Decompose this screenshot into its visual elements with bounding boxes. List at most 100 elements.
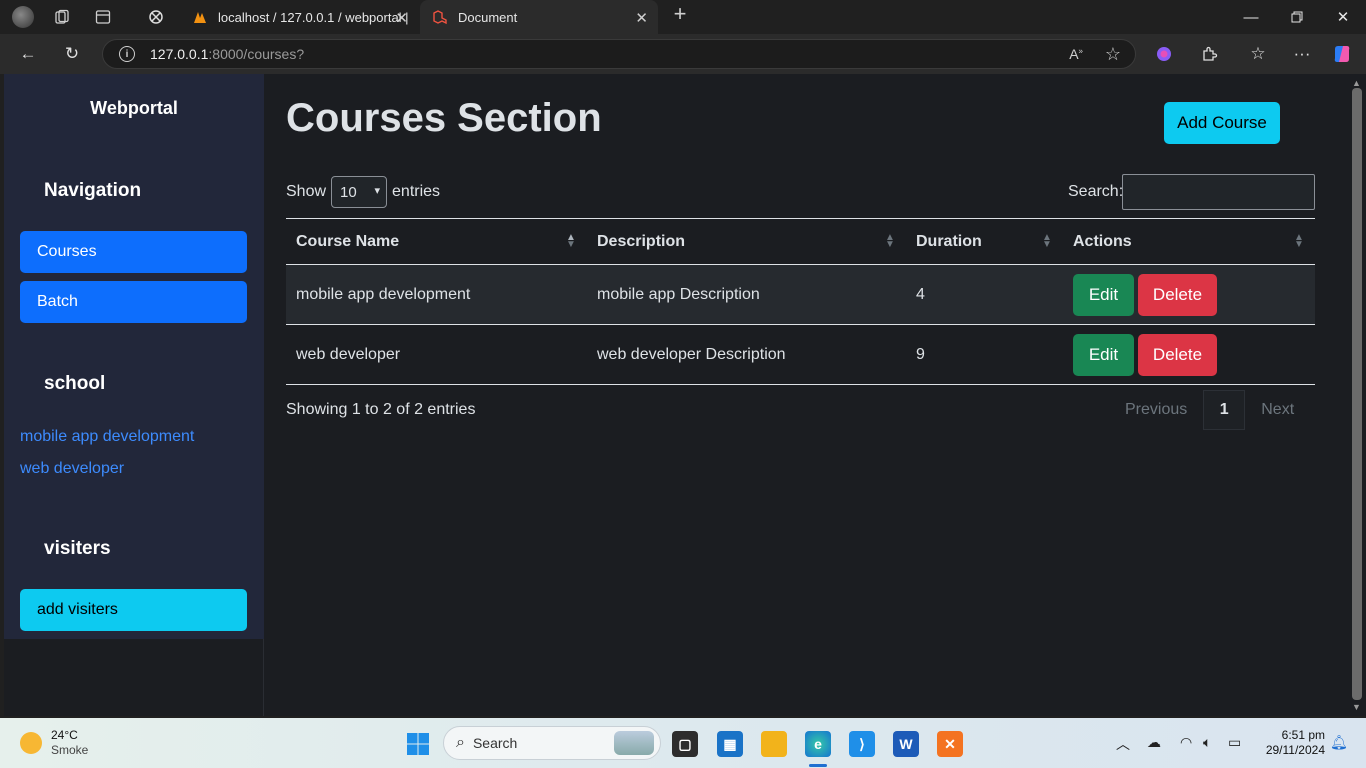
- wifi-icon[interactable]: ◠: [1180, 734, 1192, 751]
- show-label: Show: [286, 183, 327, 200]
- favorite-star-icon[interactable]: ☆: [1105, 44, 1121, 65]
- tab-document[interactable]: Document ✕: [420, 0, 658, 34]
- table-header-row: Course Name ▲ ▼ Description ▲ ▼ Duration ▲…: [286, 218, 1315, 265]
- sidebar-footer-area: [4, 639, 264, 716]
- scrollbar-thumb[interactable]: [1352, 88, 1362, 700]
- chevron-down-icon: ▾: [374, 185, 381, 197]
- pinned-tab-icon[interactable]: [147, 8, 165, 26]
- sort-ascending-icon[interactable]: ▲ ▼: [566, 233, 576, 250]
- onedrive-icon[interactable]: ☁: [1147, 734, 1161, 751]
- browser-title-bar: localhost / 127.0.0.1 / webportal | ✕ Do…: [0, 0, 1366, 34]
- vscode-icon[interactable]: ⟩: [849, 731, 875, 757]
- vertical-tabs-icon[interactable]: [94, 8, 112, 26]
- add-visiters-button[interactable]: add visiters: [20, 589, 247, 631]
- address-bar[interactable]: i 127.0.0.1:8000/courses? A» ☆: [102, 39, 1136, 69]
- minimize-icon[interactable]: —: [1228, 0, 1274, 34]
- pagination-previous[interactable]: Previous: [1109, 390, 1203, 430]
- cell-description: web developer Description: [597, 345, 786, 363]
- edit-button[interactable]: Edit: [1073, 274, 1134, 316]
- file-explorer-icon[interactable]: [761, 731, 787, 757]
- scroll-up-icon[interactable]: ▲: [1352, 78, 1361, 88]
- cell-course-name: web developer: [296, 345, 401, 363]
- tab-title: Document: [458, 9, 518, 25]
- active-app-indicator: [809, 764, 827, 767]
- system-clock[interactable]: 6:51 pm 29/11/2024: [1255, 728, 1325, 758]
- favorites-icon[interactable]: ☆: [1246, 42, 1270, 66]
- show-hidden-icons-chevron-icon[interactable]: ︿: [1116, 734, 1130, 754]
- column-header-course-name[interactable]: Course Name: [296, 233, 399, 251]
- battery-icon[interactable]: ▭: [1228, 734, 1241, 751]
- entries-per-page-select[interactable]: 10 ▾: [331, 176, 388, 208]
- school-link-mobile-app-development[interactable]: mobile app development: [20, 428, 194, 446]
- pagination-next[interactable]: Next: [1245, 390, 1310, 430]
- section-school-heading: school: [44, 373, 106, 394]
- close-tab-icon[interactable]: ✕: [395, 9, 408, 27]
- weather-temperature: 24°C: [51, 728, 78, 742]
- task-view-icon[interactable]: ▢: [672, 731, 698, 757]
- brand-title[interactable]: Webportal: [4, 98, 264, 119]
- pagination: Previous 1 Next: [1109, 390, 1310, 430]
- close-window-icon[interactable]: ✕: [1320, 0, 1366, 34]
- notification-bell-icon[interactable]: 🔔︎: [1330, 734, 1348, 751]
- site-info-icon[interactable]: i: [119, 46, 135, 62]
- column-header-description[interactable]: Description: [597, 233, 685, 251]
- back-icon[interactable]: ←: [16, 42, 40, 66]
- xampp-icon[interactable]: ✕: [937, 731, 963, 757]
- clock-time: 6:51 pm: [1281, 728, 1325, 742]
- word-icon[interactable]: W: [893, 731, 919, 757]
- search-highlight-image: [614, 731, 654, 755]
- sort-icon[interactable]: ▲ ▼: [1042, 233, 1052, 250]
- scroll-down-icon[interactable]: ▼: [1352, 702, 1361, 712]
- volume-icon[interactable]: 🔈︎: [1203, 734, 1211, 751]
- search-input[interactable]: [1122, 174, 1315, 210]
- sidebar-item-courses[interactable]: Courses: [20, 231, 247, 273]
- extensions-icon[interactable]: [1197, 42, 1221, 66]
- search-icon: ⌕: [456, 734, 465, 751]
- workspaces-icon[interactable]: [53, 8, 71, 26]
- edit-button[interactable]: Edit: [1073, 334, 1134, 376]
- cell-course-name: mobile app development: [296, 285, 471, 303]
- new-tab-icon[interactable]: +: [671, 1, 689, 26]
- delete-button[interactable]: Delete: [1138, 334, 1217, 376]
- column-header-duration[interactable]: Duration: [916, 233, 982, 251]
- edge-browser-icon[interactable]: e: [805, 731, 831, 757]
- weather-widget[interactable]: 24°C Smoke: [20, 728, 88, 758]
- refresh-icon[interactable]: ↻: [60, 42, 84, 66]
- profile-avatar-icon[interactable]: [12, 6, 34, 28]
- entries-length-control: Show 10 ▾ entries: [286, 176, 440, 208]
- start-windows-icon[interactable]: [405, 731, 431, 757]
- tab-title: localhost / 127.0.0.1 / webportal |: [218, 9, 409, 25]
- delete-button[interactable]: Delete: [1138, 274, 1217, 316]
- sidebar: Webportal Navigation Courses Batch schoo…: [4, 74, 264, 639]
- browser-toolbar: ← ↻ i 127.0.0.1:8000/courses? A» ☆ ☆ ···: [0, 34, 1366, 74]
- table-info-text: Showing 1 to 2 of 2 entries: [286, 401, 476, 418]
- tab-phpmyadmin[interactable]: localhost / 127.0.0.1 / webportal | ✕: [180, 0, 418, 34]
- cell-description: mobile app Description: [597, 285, 760, 303]
- section-visiters-heading: visiters: [44, 538, 111, 559]
- courses-table: Course Name ▲ ▼ Description ▲ ▼ Duration ▲…: [286, 218, 1315, 385]
- column-header-actions[interactable]: Actions: [1073, 233, 1132, 251]
- more-options-icon[interactable]: ···: [1290, 42, 1314, 66]
- sort-icon[interactable]: ▲ ▼: [885, 233, 895, 250]
- laravel-favicon-icon: [432, 9, 448, 25]
- copilot-icon[interactable]: [1330, 42, 1354, 66]
- read-aloud-icon[interactable]: A»: [1069, 46, 1083, 62]
- copilot-brain-icon[interactable]: [1152, 42, 1176, 66]
- search-label: Search:: [1068, 183, 1124, 200]
- weather-sun-icon: [20, 732, 42, 754]
- close-tab-icon[interactable]: ✕: [635, 9, 648, 27]
- clock-date: 29/11/2024: [1265, 743, 1325, 757]
- sort-icon[interactable]: ▲ ▼: [1294, 233, 1304, 250]
- weather-description: Smoke: [51, 743, 89, 757]
- table-row: mobile app development mobile app Descri…: [286, 265, 1315, 325]
- sidebar-item-batch[interactable]: Batch: [20, 281, 247, 323]
- microsoft-store-icon[interactable]: ▦: [717, 731, 743, 757]
- add-course-button[interactable]: Add Course: [1164, 102, 1280, 144]
- school-link-web-developer[interactable]: web developer: [20, 460, 124, 478]
- pagination-page-1[interactable]: 1: [1203, 390, 1246, 430]
- taskbar-search-box[interactable]: ⌕ Search: [443, 726, 661, 760]
- page-scrollbar[interactable]: ▲ ▼: [1348, 74, 1366, 716]
- web-page: Webportal Navigation Courses Batch schoo…: [4, 74, 1348, 716]
- url-host: 127.0.0.1: [150, 46, 209, 62]
- restore-icon[interactable]: [1274, 0, 1320, 34]
